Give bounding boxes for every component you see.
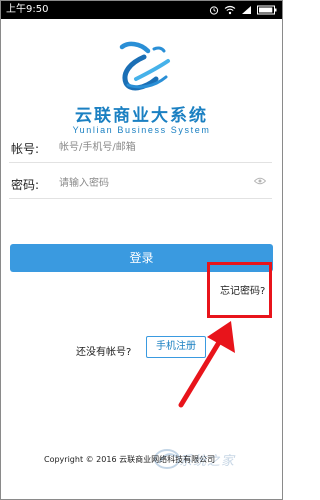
- status-bar: 上午9:50: [1, 1, 282, 19]
- no-account-prompt: 还没有帐号?: [76, 347, 132, 358]
- brand-logo: [119, 41, 170, 91]
- annotation-arrow-icon: [178, 321, 235, 408]
- password-input[interactable]: [59, 173, 249, 193]
- account-label: 帐号:: [11, 142, 40, 156]
- wifi-icon: [224, 5, 236, 15]
- account-row: 帐号:: [9, 132, 272, 163]
- eye-icon[interactable]: [254, 177, 266, 185]
- footer-copyright: Copyright © 2016 云联商业网络科技有限公司: [44, 455, 216, 464]
- battery-icon: [257, 5, 277, 15]
- signal-icon: [241, 5, 252, 15]
- alarm-icon: [209, 5, 219, 15]
- annotation-highlight-box: [207, 262, 272, 318]
- app-title: 云联商业大系统: [75, 106, 208, 126]
- account-input[interactable]: [59, 137, 249, 157]
- password-label: 密码:: [11, 178, 40, 192]
- status-icons: [209, 4, 277, 16]
- app-screen: 上午9:50 云联商业大系统 Yunlian Business System 帐…: [0, 0, 283, 500]
- status-time: 上午9:50: [6, 4, 49, 15]
- password-row: 密码:: [9, 168, 272, 199]
